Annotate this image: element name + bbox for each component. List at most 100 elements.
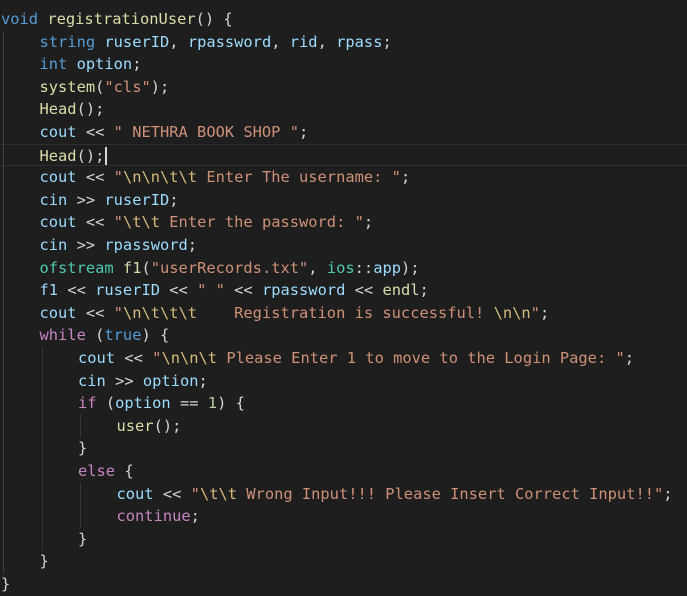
code-line[interactable]: f1 << ruserID << " " << rpassword << end… (0, 279, 687, 302)
code-token: ); (401, 258, 420, 277)
code-token: ios (326, 258, 355, 277)
code-line[interactable]: } (0, 437, 687, 460)
code-token: system (39, 77, 96, 96)
indent-guide (80, 414, 81, 438)
code-line[interactable]: if (option == 1) { (0, 392, 687, 415)
code-text: while (true) { (40, 324, 170, 347)
code-token: registrationUser (47, 10, 196, 28)
code-token: " (530, 303, 540, 322)
indent-guide (41, 347, 43, 551)
code-token: cin (39, 236, 68, 254)
code-line[interactable]: continue; (0, 505, 687, 528)
code-token: ; (624, 349, 635, 367)
code-line[interactable]: while (true) { (0, 324, 687, 347)
code-text: cin >> option; (78, 370, 208, 393)
code-token: cout (39, 168, 77, 187)
code-editor[interactable]: void registrationUser() {string ruserID,… (0, 0, 687, 596)
code-text: void registrationUser() { (1, 8, 233, 31)
code-token: "userRecords.txt" (150, 258, 309, 277)
code-line[interactable]: Head(); (0, 143, 687, 167)
code-token: rpass (336, 32, 383, 51)
code-text: string ruserID, rpassword, rid, rpass; (40, 31, 392, 54)
code-token: ; (382, 32, 392, 51)
code-token: " (113, 303, 123, 322)
text-cursor (105, 147, 108, 166)
code-text: cout << "\t\t Enter the password: "; (40, 211, 374, 234)
code-token: 1 (207, 394, 218, 413)
code-token: \t\t (122, 213, 161, 232)
code-token: ) { (217, 394, 245, 413)
code-token: == (170, 394, 208, 413)
code-text: cout << "\n\n\t\t Enter The username: "; (40, 166, 411, 189)
code-line[interactable]: system("cls"); (0, 76, 687, 99)
code-token: ruserID (104, 190, 170, 209)
code-line[interactable]: void registrationUser() { (0, 8, 687, 31)
code-text: if (option == 1) { (78, 392, 245, 415)
code-line[interactable]: cout << "\n\t\t\t Registration is succes… (0, 302, 687, 325)
code-text: cout << "\n\n\t Please Enter 1 to move t… (78, 347, 634, 370)
code-token: option (115, 394, 171, 413)
code-line[interactable]: ofstream f1("userRecords.txt", ios::app)… (0, 257, 687, 280)
code-token: ; (132, 55, 142, 74)
code-line[interactable]: else { (0, 460, 687, 483)
code-line[interactable]: } (0, 528, 687, 551)
code-token: :: (354, 258, 374, 277)
code-token: cout (116, 484, 154, 503)
indent-guide (3, 30, 4, 573)
code-token: () { (195, 10, 233, 28)
code-token: << (76, 168, 114, 187)
code-token: (); (76, 100, 105, 119)
code-token: << (153, 484, 191, 503)
code-token: void (1, 10, 39, 28)
code-token: ; (419, 281, 429, 300)
code-token: Enter The username: " (197, 168, 401, 187)
code-token: << (345, 281, 383, 300)
code-token: , (169, 32, 188, 51)
code-token: if (78, 394, 97, 413)
code-token: rpassword (261, 281, 346, 300)
code-line[interactable]: } (0, 573, 687, 596)
code-token: "cls" (104, 77, 151, 96)
code-line[interactable]: cin >> ruserID; (0, 189, 687, 212)
code-text: system("cls"); (40, 76, 170, 99)
code-token: Registration is successful! (197, 303, 494, 322)
code-token: , (308, 258, 327, 277)
code-token: << (76, 303, 114, 322)
code-line[interactable]: cout << "\n\n\t\t Enter The username: "; (0, 166, 687, 189)
code-token: ; (663, 484, 673, 503)
code-token: Enter the password: " (160, 213, 364, 232)
code-line[interactable]: cout << "\n\n\t Please Enter 1 to move t… (0, 347, 687, 370)
code-text: } (78, 437, 87, 460)
code-token: Head (39, 146, 77, 165)
code-token: ( (85, 326, 105, 345)
code-line[interactable]: cout << "\t\t Wrong Input!!! Please Inse… (0, 483, 687, 506)
code-line[interactable]: cin >> option; (0, 370, 687, 393)
code-token: ); (150, 77, 170, 96)
code-token: } (1, 575, 11, 593)
code-token: ruserID (104, 32, 170, 51)
code-token: ruserID (95, 281, 160, 300)
code-token: (); (153, 416, 182, 435)
code-line[interactable]: } (0, 550, 687, 573)
code-text: user(); (117, 415, 182, 438)
code-line[interactable]: cin >> rpassword; (0, 234, 687, 257)
code-token: << (76, 213, 114, 232)
code-line[interactable]: cout << " NETHRA BOOK SHOP "; (0, 121, 687, 144)
code-text: cin >> ruserID; (40, 189, 179, 212)
code-line[interactable]: Head(); (0, 98, 687, 121)
code-line[interactable]: cout << "\t\t Enter the password: "; (0, 211, 687, 234)
code-token: rpassword (104, 236, 188, 254)
code-token: << (76, 123, 114, 141)
code-token: ; (400, 168, 411, 187)
code-text: cout << "\n\t\t\t Registration is succes… (40, 302, 550, 325)
code-line[interactable]: user(); (0, 415, 687, 438)
code-line[interactable]: int option; (0, 53, 687, 76)
code-token: cout (39, 303, 77, 322)
code-token: rid (289, 32, 318, 51)
code-token: ; (190, 507, 200, 526)
code-line[interactable]: string ruserID, rpassword, rid, rpass; (0, 31, 687, 54)
code-token: Wrong Input!!! Please Insert Correct Inp… (237, 484, 664, 503)
